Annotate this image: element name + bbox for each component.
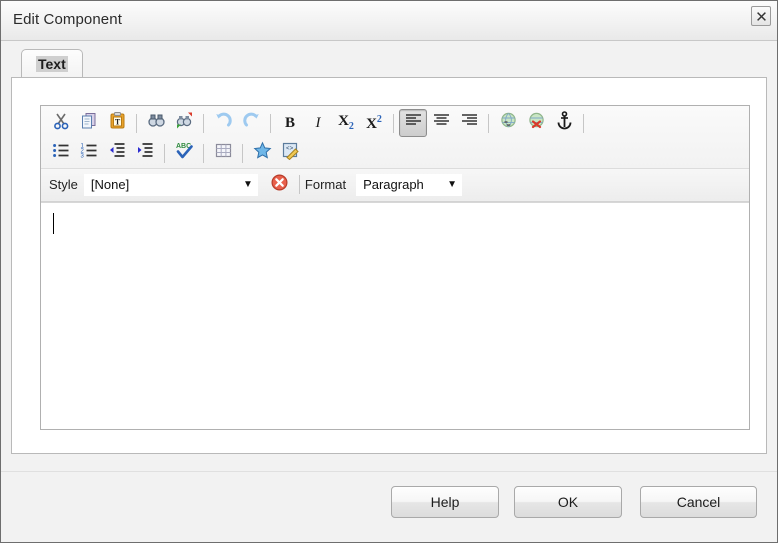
tab-text[interactable]: Text: [21, 49, 83, 77]
cut-icon: [52, 111, 71, 135]
redo-icon: [242, 111, 261, 135]
align-right-icon: [461, 112, 478, 134]
toolbar-separator: [583, 113, 584, 133]
chevron-down-icon: ▼: [243, 179, 253, 190]
toolbar-separator: [393, 113, 394, 133]
remove-format-button[interactable]: [266, 171, 294, 199]
source-edit-icon: <>: [281, 141, 300, 165]
tab-panel-text: T B I X2 X2 1 2 3 ABC <> Style [None] ▼ …: [11, 77, 767, 454]
style-select-value: [None]: [90, 177, 130, 192]
toolbar-separator: [270, 113, 271, 133]
paste-as-text-button[interactable]: T: [103, 109, 131, 137]
edit-component-dialog: Edit Component Text T B I X2 X2 1 2 3 AB…: [0, 0, 778, 543]
copy-icon: [80, 111, 99, 135]
copy-button[interactable]: [75, 109, 103, 137]
replace-button[interactable]: [170, 109, 198, 137]
toolbar-separator: [298, 175, 300, 194]
italic-icon: I: [315, 114, 321, 131]
ok-button[interactable]: OK: [514, 486, 622, 518]
editor-content-area[interactable]: [41, 202, 749, 429]
format-label: Format: [304, 177, 347, 192]
table-icon: [214, 141, 233, 165]
toolbar-separator: [136, 113, 137, 133]
close-button[interactable]: [751, 6, 771, 26]
help-button[interactable]: Help: [391, 486, 499, 518]
outdent-icon: [108, 141, 127, 165]
link-button[interactable]: [494, 109, 522, 137]
rich-text-editor: T B I X2 X2 1 2 3 ABC <> Style [None] ▼ …: [40, 105, 750, 430]
special-item-button[interactable]: [248, 139, 276, 167]
remove-format-icon: [270, 173, 289, 197]
subscript-icon: X2: [338, 113, 354, 132]
toolbar-separator: [164, 143, 165, 163]
find-icon: [147, 111, 166, 135]
anchor-button[interactable]: [550, 109, 578, 137]
anchor-icon: [555, 111, 574, 135]
indent-icon: [136, 141, 155, 165]
spellcheck-button[interactable]: ABC: [170, 139, 198, 167]
align-center-button[interactable]: [427, 109, 455, 137]
numbered-list-button[interactable]: 1 2 3: [75, 139, 103, 167]
format-select-value: Paragraph: [363, 177, 424, 192]
toolbar-separator: [203, 113, 204, 133]
svg-text:3: 3: [80, 154, 84, 160]
format-select[interactable]: Paragraph ▼: [356, 173, 463, 196]
dialog-title: Edit Component: [13, 11, 122, 28]
dialog-body: Text T B I X2 X2 1 2 3 ABC <> Style [Non…: [1, 41, 777, 471]
align-left-icon: [405, 112, 422, 134]
dialog-footer: Help OK Cancel: [1, 471, 777, 542]
style-label: Style: [49, 177, 78, 192]
editor-toolbar: T B I X2 X2 1 2 3 ABC <> Style [None] ▼ …: [41, 106, 749, 202]
align-left-button[interactable]: [399, 109, 427, 137]
tab-text-label: Text: [36, 55, 68, 72]
spellcheck-icon: ABC: [175, 141, 194, 165]
unlink-icon: [527, 111, 546, 135]
toolbar-separator: [203, 143, 204, 163]
star-icon: [253, 141, 272, 165]
find-button[interactable]: [142, 109, 170, 137]
indent-button[interactable]: [131, 139, 159, 167]
dialog-titlebar: Edit Component: [1, 1, 777, 41]
chevron-down-icon: ▼: [447, 179, 458, 190]
italic-button[interactable]: I: [304, 109, 332, 137]
cut-button[interactable]: [47, 109, 75, 137]
superscript-icon: X2: [366, 113, 382, 132]
toolbar-row-styles: Style [None] ▼ Format Paragraph ▼: [41, 168, 749, 200]
source-edit-button[interactable]: <>: [276, 139, 304, 167]
style-select[interactable]: [None] ▼: [83, 173, 258, 196]
align-right-button[interactable]: [455, 109, 483, 137]
undo-icon: [214, 111, 233, 135]
tabstrip: Text: [21, 49, 767, 77]
close-icon: [756, 11, 767, 22]
bold-icon: B: [284, 114, 295, 131]
bold-button[interactable]: B: [276, 109, 304, 137]
align-center-icon: [433, 112, 450, 134]
redo-button[interactable]: [237, 109, 265, 137]
toolbar-row-2: 1 2 3 ABC <>: [41, 138, 749, 168]
subscript-button[interactable]: X2: [332, 109, 360, 137]
undo-button[interactable]: [209, 109, 237, 137]
cancel-button[interactable]: Cancel: [640, 486, 757, 518]
svg-text:<>: <>: [286, 145, 294, 152]
toolbar-separator: [242, 143, 243, 163]
link-icon: [499, 111, 518, 135]
table-button[interactable]: [209, 139, 237, 167]
toolbar-separator: [488, 113, 489, 133]
superscript-button[interactable]: X2: [360, 109, 388, 137]
text-caret: [53, 213, 54, 234]
paste-text-icon: T: [108, 111, 127, 135]
unlink-button[interactable]: [522, 109, 550, 137]
bulleted-list-button[interactable]: [47, 139, 75, 167]
svg-text:T: T: [114, 118, 120, 127]
toolbar-row-1: T B I X2 X2: [41, 108, 749, 138]
bulleted-list-icon: [52, 141, 71, 165]
outdent-button[interactable]: [103, 139, 131, 167]
numbered-list-icon: 1 2 3: [80, 141, 99, 165]
replace-icon: [175, 111, 194, 135]
